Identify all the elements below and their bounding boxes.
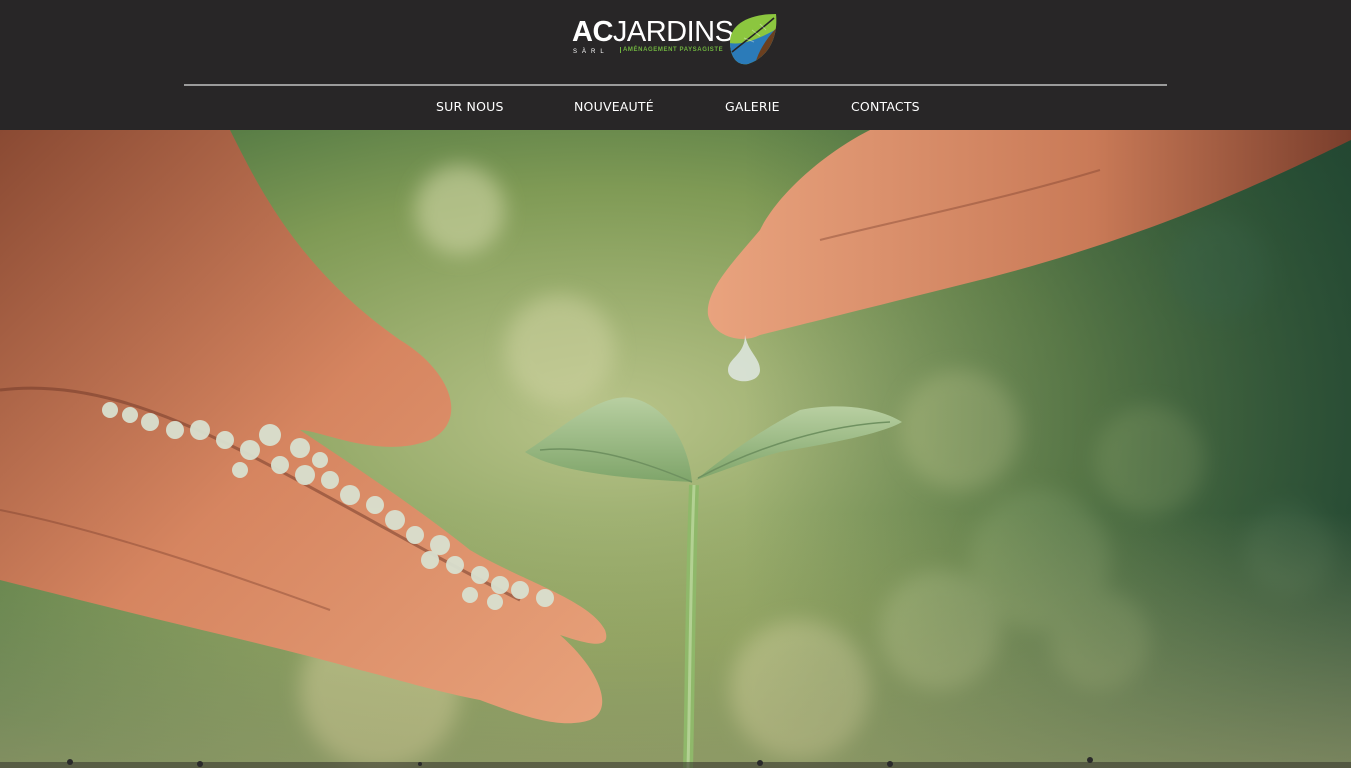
main-nav: SUR NOUS NOUVEAUTÉ GALERIE CONTACTS (0, 99, 1351, 119)
nav-item-galerie[interactable]: GALERIE (725, 99, 780, 114)
hero-illustration (0, 130, 1351, 768)
nav-divider (184, 84, 1167, 86)
logo-wordmark-rest: JARDINS (612, 16, 734, 48)
hero-image (0, 130, 1351, 768)
nav-item-sur-nous[interactable]: SUR NOUS (436, 99, 504, 114)
leaf-icon (730, 14, 777, 65)
site-header: ACJARDINS SÀRL AMÉNAGEMENT PAYSAGISTE SU… (0, 0, 1351, 130)
logo-wordmark-bold: AC (572, 16, 613, 48)
nav-item-nouveaute[interactable]: NOUVEAUTÉ (574, 99, 654, 114)
nav-item-contacts[interactable]: CONTACTS (851, 99, 920, 114)
logo-wordmark: ACJARDINS (572, 16, 734, 48)
logo-tagline: AMÉNAGEMENT PAYSAGISTE (620, 47, 723, 53)
site-logo[interactable]: ACJARDINS SÀRL AMÉNAGEMENT PAYSAGISTE (570, 12, 782, 70)
logo-legal-form: SÀRL (573, 49, 609, 55)
